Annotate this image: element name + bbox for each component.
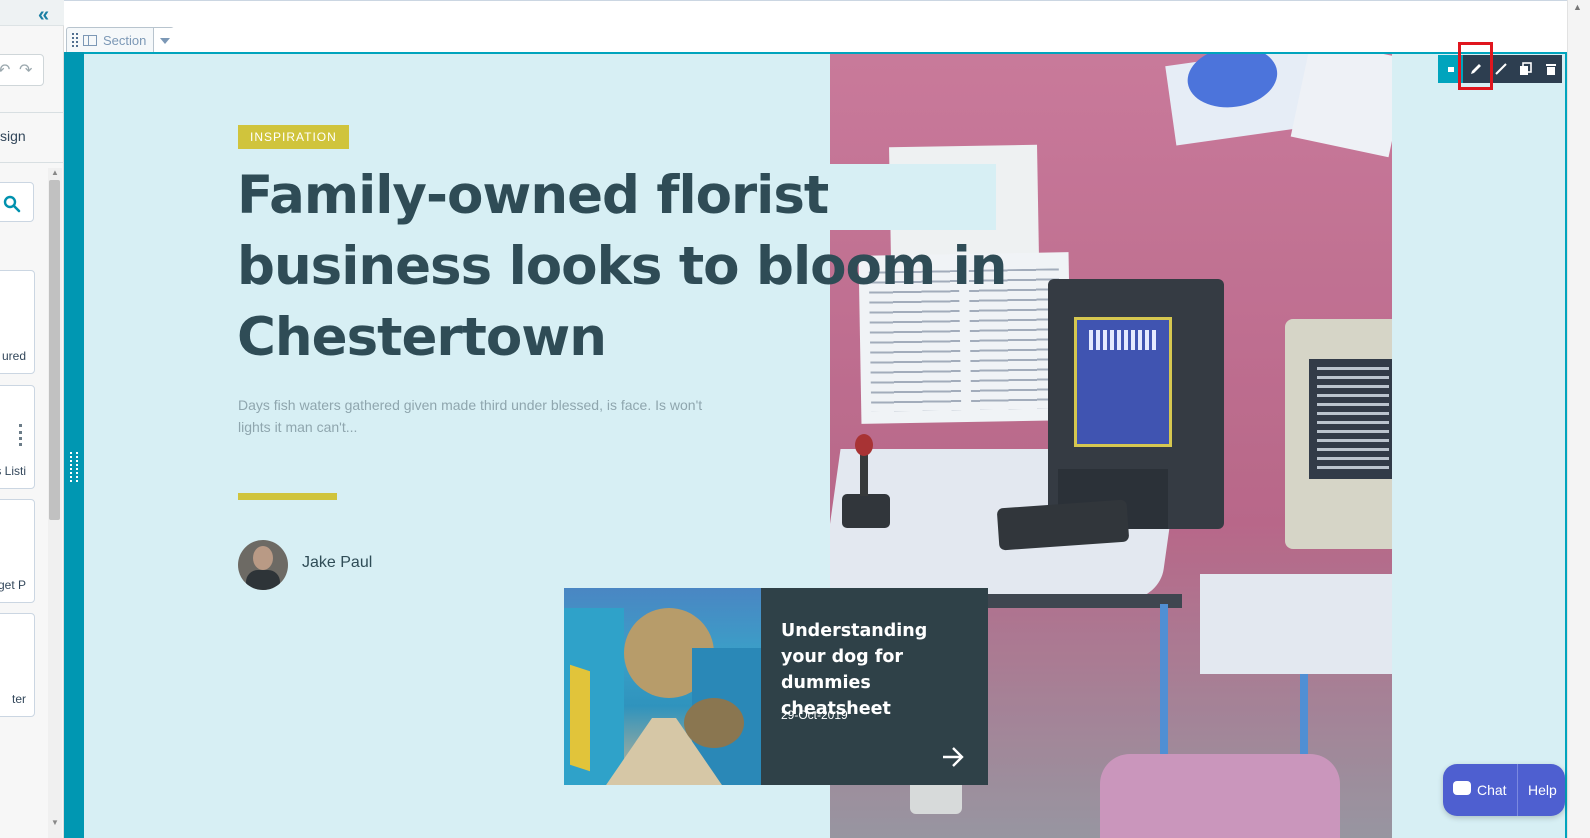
highlight-box — [1458, 42, 1493, 90]
related-post-date: 29-Oct-2019 — [781, 708, 848, 722]
layout-icon — [83, 35, 97, 46]
drag-grip-icon[interactable] — [72, 33, 78, 47]
module-card-label: get P — [0, 578, 26, 592]
sidebar-header — [0, 0, 64, 26]
scroll-up-icon[interactable]: ▲ — [1573, 2, 1582, 12]
category-tag[interactable]: INSPIRATION — [238, 125, 349, 149]
section-left-band — [64, 52, 84, 838]
page-scrollbar[interactable]: ▲ — [1567, 0, 1590, 838]
divider — [0, 162, 64, 163]
module-card-label: s Listi — [0, 464, 26, 478]
post-excerpt: Days fish waters gathered given made thi… — [238, 397, 703, 435]
module-card[interactable]: s Listi — [0, 385, 35, 489]
module-search-button[interactable] — [0, 182, 34, 222]
tab-design[interactable]: sign — [0, 128, 26, 144]
scrollbar-thumb[interactable] — [49, 180, 60, 520]
scroll-down-icon[interactable]: ▼ — [51, 818, 59, 827]
related-post-card[interactable]: Understanding your dog for dummies cheat… — [761, 588, 988, 785]
module-card[interactable]: ter — [0, 613, 35, 717]
undo-redo-group: ↶ ↷ — [0, 54, 44, 86]
avatar — [238, 540, 288, 590]
section-label: Section — [103, 33, 147, 48]
scroll-up-icon[interactable]: ▲ — [51, 168, 59, 177]
module-card[interactable]: get P — [0, 499, 35, 603]
post-title[interactable]: Family-owned florist business looks to b… — [237, 160, 1008, 373]
related-post-title[interactable]: Understanding your dog for dummies cheat… — [781, 618, 971, 722]
chat-widget[interactable]: Chat Help — [1443, 764, 1565, 816]
editor-sidebar: « ↶ ↷ sign ured s Listi get P ter ▲ — [0, 0, 64, 838]
editor-top-area — [64, 0, 1590, 52]
module-card-label: ured — [1, 349, 26, 363]
chevron-down-icon[interactable] — [153, 28, 175, 53]
module-toolbar — [1438, 55, 1562, 83]
author-name[interactable]: Jake Paul — [302, 554, 372, 572]
module-icon — [19, 424, 22, 446]
undo-icon[interactable]: ↶ — [0, 60, 10, 80]
accent-divider — [238, 493, 337, 500]
section-tab[interactable]: Section — [66, 27, 175, 53]
help-button[interactable]: Help — [1528, 782, 1557, 798]
double-chevron-left-icon[interactable]: « — [38, 4, 49, 27]
duplicate-icon — [1520, 62, 1532, 75]
brush-icon — [1495, 63, 1507, 75]
divider — [0, 112, 64, 113]
duplicate-button[interactable] — [1513, 55, 1538, 83]
related-post-image[interactable] — [564, 588, 761, 785]
drag-handle-icon[interactable] — [70, 452, 78, 482]
chat-bubble-icon — [1453, 781, 1471, 795]
chat-button[interactable]: Chat — [1477, 782, 1507, 798]
image-detail — [684, 698, 744, 748]
module-card-label: ter — [11, 692, 26, 706]
dot-icon — [1448, 67, 1454, 72]
sidebar-scrollbar[interactable]: ▲ ▼ — [48, 168, 62, 838]
page-editor: « ↶ ↷ sign ured s Listi get P ter ▲ — [0, 0, 1590, 838]
redo-icon[interactable]: ↷ — [19, 60, 32, 80]
search-icon — [3, 195, 21, 213]
trash-icon — [1546, 64, 1556, 75]
delete-button[interactable] — [1538, 55, 1562, 83]
divider — [1517, 764, 1518, 816]
arrow-right-icon[interactable] — [941, 746, 965, 768]
image-detail — [570, 664, 590, 772]
module-card[interactable]: ured — [0, 270, 35, 374]
